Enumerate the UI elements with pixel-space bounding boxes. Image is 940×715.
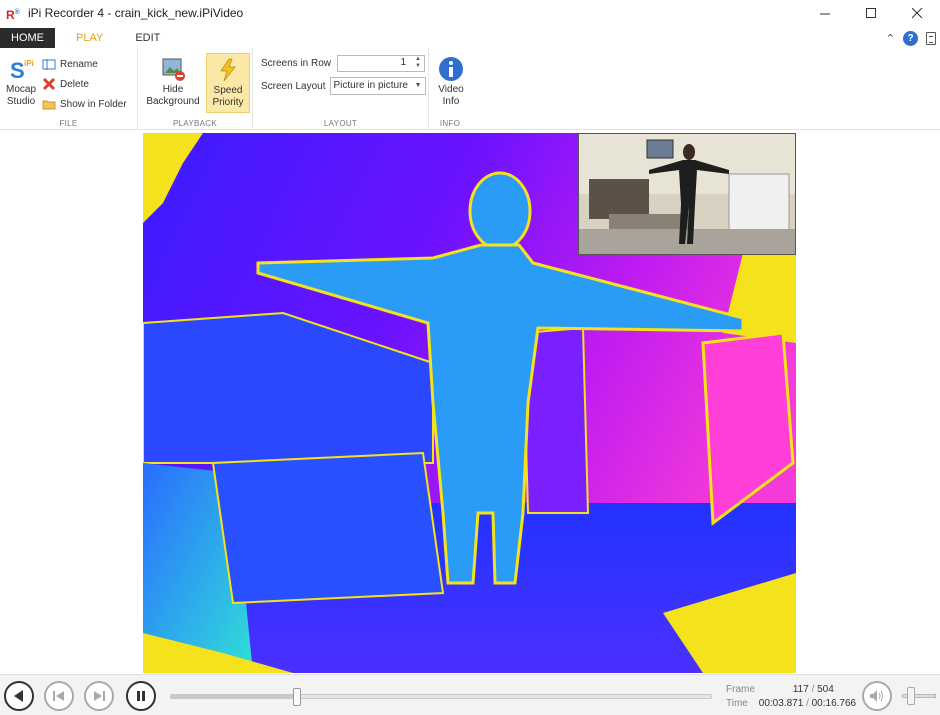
chevron-down-icon: ▼ — [415, 78, 422, 94]
app-logo: R® — [6, 5, 22, 21]
rename-icon — [42, 58, 56, 71]
help-icon[interactable]: ? — [903, 31, 918, 46]
spinner-arrows-icon[interactable]: ▲▼ — [413, 56, 423, 70]
tab-play[interactable]: PLAY — [55, 28, 124, 48]
screen-layout-select[interactable]: Picture in picture ▼ — [330, 77, 426, 95]
maximize-icon — [866, 8, 877, 19]
playback-group-label: PLAYBACK — [138, 119, 252, 128]
seek-bar[interactable] — [170, 694, 712, 699]
window-title: iPi Recorder 4 - crain_kick_new.iPiVideo — [28, 6, 243, 20]
pause-icon — [134, 689, 148, 703]
pause-button[interactable] — [126, 681, 156, 711]
rename-button[interactable]: Rename — [42, 56, 98, 72]
info-group-label: INFO — [429, 119, 471, 128]
screen-layout-label: Screen Layout — [261, 81, 326, 92]
speed-priority-button[interactable]: Speed Priority — [206, 53, 250, 113]
layout-group: Screens in Row 1 ▲▼ Screen Layout Pictur… — [253, 48, 429, 130]
close-button[interactable] — [894, 0, 940, 26]
folder-icon — [42, 98, 56, 111]
delete-button[interactable]: Delete — [42, 76, 89, 92]
seek-thumb[interactable] — [293, 688, 301, 706]
maximize-button[interactable] — [848, 0, 894, 26]
layout-group-label: LAYOUT — [253, 119, 428, 128]
tab-home[interactable]: HOME — [0, 28, 55, 48]
mocap-studio-icon: S iPi — [8, 56, 34, 82]
volume-button[interactable] — [862, 681, 892, 711]
hide-background-icon — [160, 56, 186, 82]
player-bar: Frame 117 / 504 Time 00:03.871 / 00:16.7… — [0, 674, 940, 715]
mocap-studio-button[interactable]: S iPi Mocap Studio — [4, 56, 38, 108]
file-group: S iPi Mocap Studio Rename Delete Show in… — [0, 48, 138, 130]
file-group-label: FILE — [0, 119, 137, 128]
lightning-icon — [215, 57, 241, 83]
previous-button[interactable] — [4, 681, 34, 711]
frame-label: Frame — [726, 683, 756, 697]
screens-in-row-label: Screens in Row — [261, 58, 331, 69]
video-viewport[interactable] — [143, 133, 796, 673]
speaker-icon — [869, 689, 885, 703]
delete-icon — [42, 78, 56, 91]
time-current: 00:03.871 — [759, 697, 804, 711]
playback-group: Hide Background Speed Priority PLAYBACK — [138, 48, 253, 130]
info-group: Video Info INFO — [429, 48, 471, 130]
close-icon — [912, 8, 923, 19]
step-forward-button[interactable] — [84, 681, 114, 711]
collapse-ribbon-icon[interactable]: ⌃ — [886, 32, 895, 45]
step-forward-icon — [92, 689, 106, 703]
document-icon[interactable] — [926, 32, 936, 45]
hide-background-button[interactable]: Hide Background — [144, 56, 202, 108]
seek-progress — [171, 695, 297, 698]
minimize-icon — [820, 8, 831, 19]
title-bar: R® iPi Recorder 4 - crain_kick_new.iPiVi… — [0, 0, 940, 26]
tab-edit[interactable]: EDIT — [124, 28, 171, 48]
frame-total: 504 — [817, 684, 834, 695]
screens-in-row-spinner[interactable]: 1 ▲▼ — [337, 55, 425, 72]
time-label: Time — [726, 697, 756, 711]
color-camera-frame — [579, 134, 796, 255]
video-info-button[interactable]: Video Info — [433, 56, 469, 108]
ribbon-tabs: HOME PLAY EDIT ⌃ ? — [0, 28, 940, 48]
time-total: 00:16.766 — [812, 698, 857, 709]
info-icon — [438, 56, 464, 82]
minimize-button[interactable] — [802, 0, 848, 26]
pip-color-camera — [578, 133, 796, 255]
svg-text:S: S — [10, 58, 25, 82]
play-backward-icon — [12, 689, 26, 703]
show-in-folder-button[interactable]: Show in Folder — [42, 96, 127, 112]
step-back-button[interactable] — [44, 681, 74, 711]
volume-thumb[interactable] — [907, 687, 915, 705]
step-back-icon — [52, 689, 66, 703]
playback-info: Frame 117 / 504 Time 00:03.871 / 00:16.7… — [726, 683, 856, 711]
frame-current: 117 — [759, 683, 809, 697]
svg-text:iPi: iPi — [24, 59, 34, 68]
ribbon: S iPi Mocap Studio Rename Delete Show in… — [0, 48, 940, 130]
